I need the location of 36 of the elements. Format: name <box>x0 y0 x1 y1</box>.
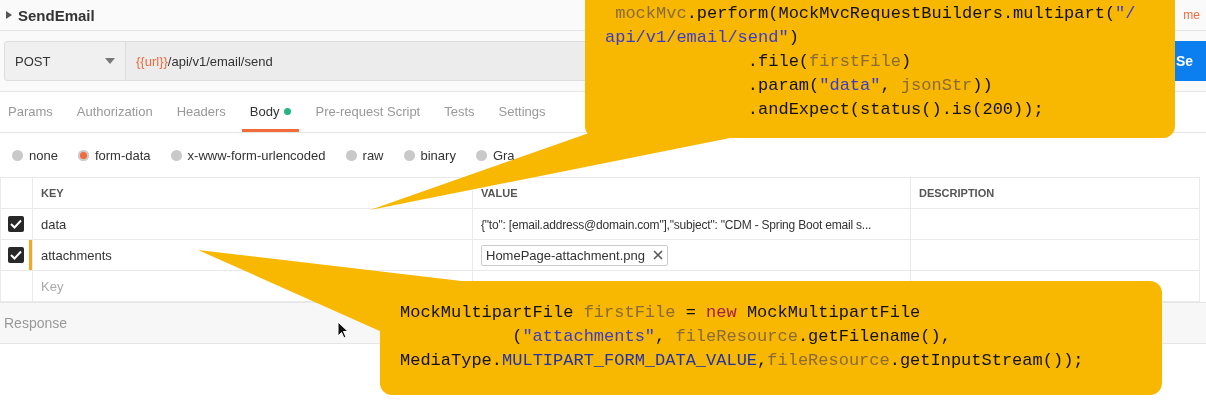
close-icon[interactable] <box>653 250 663 260</box>
method-dropdown[interactable]: POST <box>4 41 126 81</box>
radio-label[interactable]: x-www-form-urlencoded <box>187 147 326 163</box>
code-line: mockMvc.perform(MockMvcRequestBuilders.multipart("/ <box>614 3 1136 25</box>
mouse-cursor-icon <box>337 321 349 339</box>
column-header: DESCRIPTION <box>919 187 995 199</box>
radio-label[interactable]: none <box>29 147 58 163</box>
tab[interactable]: Body <box>241 94 300 132</box>
checkbox[interactable] <box>8 247 24 263</box>
expand-icon[interactable] <box>6 11 12 19</box>
radio-button[interactable] <box>345 149 357 161</box>
checkbox[interactable] <box>8 216 24 232</box>
radio-button[interactable] <box>170 149 182 161</box>
key-cell[interactable]: data <box>41 216 67 232</box>
code-line: api/v1/email/send") <box>605 27 799 49</box>
code-line: MockMultipartFile firstFile = new MockMultipartFile <box>400 302 921 324</box>
radio-button[interactable] <box>12 149 23 161</box>
radio-label[interactable]: raw <box>362 147 384 163</box>
radio-button[interactable] <box>77 149 89 161</box>
response-label: Response <box>4 315 68 331</box>
radio-label[interactable]: Gra <box>492 147 515 163</box>
code-line: ("attachments", fileResource.getFilename(), <box>511 326 951 348</box>
radio-button[interactable] <box>475 149 487 161</box>
code-line: .file(firstFile) <box>746 51 912 73</box>
file-chip[interactable]: HomePage-attachment.png <box>481 244 668 266</box>
column-header: KEY <box>41 187 64 199</box>
caret-icon <box>105 58 115 64</box>
code-line: .andExpect(status().is(200)); <box>746 99 1044 121</box>
radio-label[interactable]: form-data <box>94 147 151 163</box>
radio-label[interactable]: binary <box>420 147 456 163</box>
column-header: VALUE <box>481 187 518 199</box>
key-cell[interactable]: attachments <box>41 247 112 263</box>
code-line: MediaType.MULTIPART_FORM_DATA_VALUE,fileResource.getInputStream()); <box>400 350 1084 372</box>
code-line: .param("data", jsonStr)) <box>746 75 993 97</box>
radio-button[interactable] <box>403 149 415 161</box>
request-name: SendEmail <box>18 6 95 24</box>
